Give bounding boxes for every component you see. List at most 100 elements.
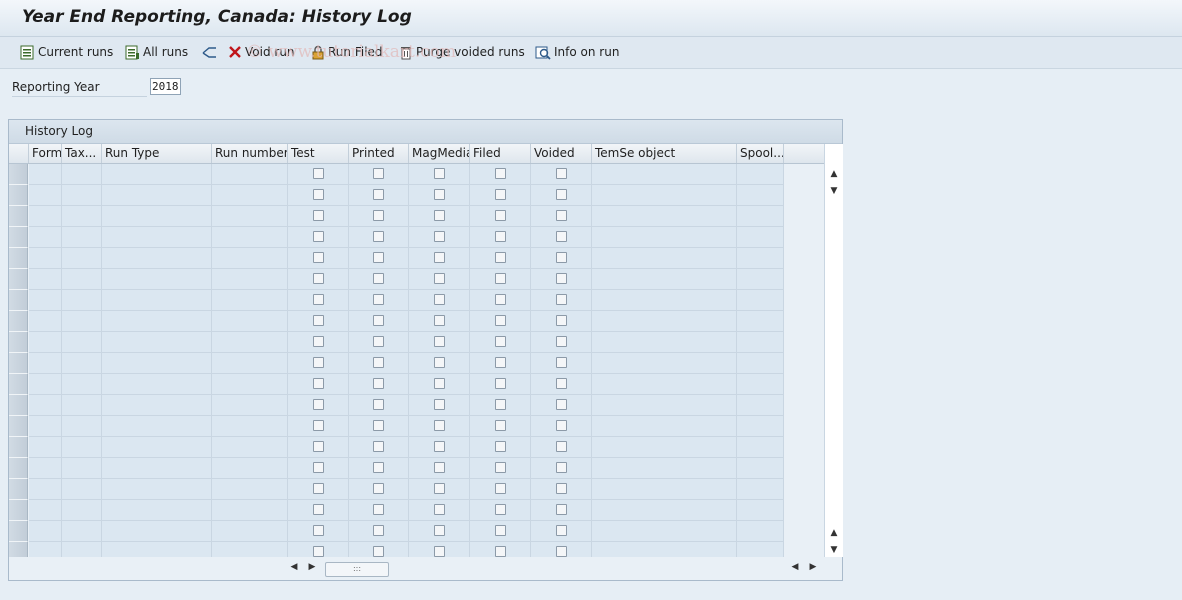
table-row[interactable] (9, 416, 824, 437)
checkbox-printed[interactable] (373, 546, 384, 557)
checkbox-filed[interactable] (495, 525, 506, 536)
row-selector[interactable] (9, 353, 28, 374)
checkbox-printed[interactable] (373, 399, 384, 410)
checkbox-magmedia[interactable] (434, 399, 445, 410)
table-cell[interactable] (29, 416, 62, 437)
checkbox-magmedia[interactable] (434, 420, 445, 431)
table-cell[interactable] (212, 458, 288, 479)
table-cell[interactable] (737, 290, 784, 311)
checkbox-magmedia[interactable] (434, 378, 445, 389)
table-row[interactable] (9, 164, 824, 185)
checkbox-test[interactable] (313, 189, 324, 200)
table-cell[interactable] (62, 437, 102, 458)
scroll-page-up-icon[interactable]: ▲ (828, 528, 840, 538)
checkbox-voided[interactable] (556, 504, 567, 515)
checkbox-filed[interactable] (495, 294, 506, 305)
scroll-left-icon[interactable]: ◀ (289, 562, 299, 572)
table-cell[interactable] (212, 395, 288, 416)
table-cell[interactable] (592, 227, 737, 248)
table-cell[interactable] (102, 374, 212, 395)
table-cell[interactable] (29, 479, 62, 500)
table-cell[interactable] (29, 332, 62, 353)
table-row[interactable] (9, 521, 824, 542)
checkbox-voided[interactable] (556, 273, 567, 284)
table-cell[interactable] (102, 437, 212, 458)
checkbox-voided[interactable] (556, 189, 567, 200)
checkbox-voided[interactable] (556, 525, 567, 536)
scroll-right-end-icon[interactable]: ▶ (808, 562, 818, 572)
table-cell[interactable] (592, 353, 737, 374)
checkbox-filed[interactable] (495, 210, 506, 221)
checkbox-filed[interactable] (495, 357, 506, 368)
checkbox-voided[interactable] (556, 357, 567, 368)
table-cell[interactable] (737, 269, 784, 290)
table-cell[interactable] (29, 458, 62, 479)
checkbox-test[interactable] (313, 168, 324, 179)
table-cell[interactable] (592, 395, 737, 416)
checkbox-filed[interactable] (495, 399, 506, 410)
checkbox-printed[interactable] (373, 378, 384, 389)
checkbox-filed[interactable] (495, 441, 506, 452)
table-cell[interactable] (212, 437, 288, 458)
table-cell[interactable] (62, 374, 102, 395)
table-cell[interactable] (212, 479, 288, 500)
table-cell[interactable] (29, 437, 62, 458)
table-cell[interactable] (102, 185, 212, 206)
checkbox-voided[interactable] (556, 336, 567, 347)
table-cell[interactable] (102, 227, 212, 248)
table-cell[interactable] (29, 395, 62, 416)
checkbox-filed[interactable] (495, 378, 506, 389)
table-cell[interactable] (592, 185, 737, 206)
table-cell[interactable] (29, 521, 62, 542)
row-selector[interactable] (9, 416, 28, 437)
table-row[interactable] (9, 500, 824, 521)
table-row[interactable] (9, 227, 824, 248)
row-selector[interactable] (9, 269, 28, 290)
table-row[interactable] (9, 269, 824, 290)
table-cell[interactable] (62, 332, 102, 353)
row-selector[interactable] (9, 332, 28, 353)
row-selector[interactable] (9, 185, 28, 206)
checkbox-printed[interactable] (373, 525, 384, 536)
checkbox-test[interactable] (313, 294, 324, 305)
table-row[interactable] (9, 479, 824, 500)
table-cell[interactable] (62, 479, 102, 500)
row-selector[interactable] (9, 374, 28, 395)
table-cell[interactable] (212, 227, 288, 248)
checkbox-printed[interactable] (373, 462, 384, 473)
checkbox-filed[interactable] (495, 483, 506, 494)
scroll-page-down-icon[interactable]: ▼ (828, 545, 840, 555)
checkbox-magmedia[interactable] (434, 231, 445, 242)
table-row[interactable] (9, 437, 824, 458)
row-selector[interactable] (9, 395, 28, 416)
table-cell[interactable] (592, 290, 737, 311)
table-cell[interactable] (212, 185, 288, 206)
checkbox-printed[interactable] (373, 168, 384, 179)
table-row[interactable] (9, 458, 824, 479)
row-selector[interactable] (9, 248, 28, 269)
checkbox-test[interactable] (313, 252, 324, 263)
column-header-test[interactable]: Test (288, 144, 349, 163)
column-header-run-type[interactable]: Run Type (102, 144, 212, 163)
table-cell[interactable] (62, 164, 102, 185)
table-cell[interactable] (737, 395, 784, 416)
checkbox-voided[interactable] (556, 168, 567, 179)
table-cell[interactable] (592, 206, 737, 227)
checkbox-filed[interactable] (495, 252, 506, 263)
checkbox-magmedia[interactable] (434, 546, 445, 557)
run-filed-button[interactable]: Run Filed (311, 43, 383, 61)
scroll-up-icon[interactable]: ▲ (828, 169, 840, 179)
checkbox-printed[interactable] (373, 336, 384, 347)
checkbox-test[interactable] (313, 378, 324, 389)
checkbox-printed[interactable] (373, 210, 384, 221)
table-cell[interactable] (212, 164, 288, 185)
checkbox-printed[interactable] (373, 252, 384, 263)
table-cell[interactable] (29, 290, 62, 311)
checkbox-filed[interactable] (495, 315, 506, 326)
table-cell[interactable] (29, 206, 62, 227)
table-cell[interactable] (102, 416, 212, 437)
table-cell[interactable] (737, 311, 784, 332)
checkbox-printed[interactable] (373, 504, 384, 515)
scroll-right-icon[interactable]: ▶ (307, 562, 317, 572)
table-cell[interactable] (592, 311, 737, 332)
